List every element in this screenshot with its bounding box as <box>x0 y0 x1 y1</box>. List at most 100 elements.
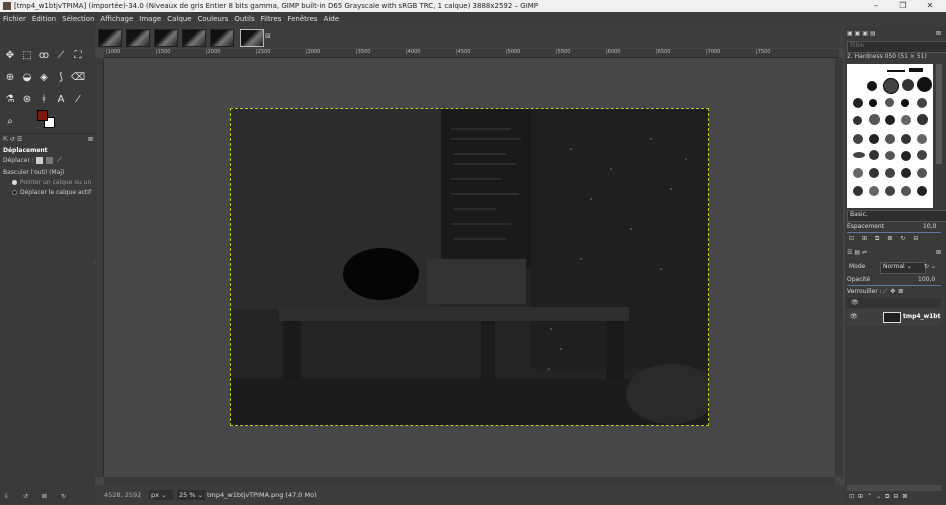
close-window-button[interactable]: ✕ <box>916 0 944 12</box>
paintbrush-tool-icon[interactable]: ⟆ <box>53 70 69 86</box>
ruler-label: |1000 <box>106 49 121 55</box>
image-canvas[interactable] <box>230 108 709 426</box>
brush-grid-scrollbar[interactable] <box>936 64 942 164</box>
ruler-label: |4500 <box>456 49 471 55</box>
image-tab-thumbnail[interactable] <box>154 29 178 47</box>
ruler-label: |6000 <box>606 49 621 55</box>
tool-options-tabs[interactable]: ⇱ ↺ ☰ ⊠ <box>3 135 93 144</box>
vertical-ruler <box>95 58 104 477</box>
zoom-select[interactable]: 25 % ⌄ <box>177 490 205 500</box>
menu-outils[interactable]: Outils <box>231 12 257 26</box>
minimize-button[interactable]: – <box>862 0 890 12</box>
layer-mode-extra-icon[interactable]: ↻ ⌄ <box>924 262 936 272</box>
image-tab-thumbnail[interactable] <box>210 29 234 47</box>
image-tab-thumbnail[interactable] <box>126 29 150 47</box>
menu-calque[interactable]: Calque <box>164 12 194 26</box>
menu-selection[interactable]: Sélection <box>59 12 97 26</box>
clone-tool-icon[interactable]: ⚗ <box>2 92 18 108</box>
ruler-label: |3500 <box>356 49 371 55</box>
move-path-icon[interactable]: ⟋ <box>57 157 64 164</box>
layer-row[interactable]: 👁 tmp4_w1bt <box>847 309 941 326</box>
menu-affichage[interactable]: Affichage <box>97 12 136 26</box>
layers-tab-icons[interactable]: ☰▤⇌ ⊠ <box>847 248 943 257</box>
menu-aide[interactable]: Aide <box>321 12 342 26</box>
layer-action-buttons[interactable]: ⊡⊞⌃⌄⧉⊟⊠ <box>849 492 943 501</box>
window-title-bar: [tmp4_w1btjvTPIMA] (importée)-34.0 (Nive… <box>0 0 946 12</box>
ruler-label: |5500 <box>556 49 571 55</box>
maximize-button[interactable]: ❐ <box>889 0 917 12</box>
ruler-label: |2000 <box>206 49 221 55</box>
move-tool-icon[interactable]: ✥ <box>2 48 18 64</box>
foreground-color-swatch[interactable] <box>37 110 48 121</box>
ruler-label: |1500 <box>156 49 171 55</box>
bucket-fill-tool-icon[interactable]: ◈ <box>36 70 52 86</box>
spacing-value[interactable]: 10,0 <box>923 222 936 232</box>
option1-radio[interactable] <box>12 180 17 185</box>
gimp-app-icon <box>3 2 11 10</box>
crop-tool-icon[interactable]: ⛶ <box>70 48 86 64</box>
ruler-label: |3000 <box>306 49 321 55</box>
layer-mode-select[interactable]: Normal ⌄ <box>880 262 926 274</box>
move-layer-icon[interactable] <box>36 157 43 164</box>
smudge-tool-icon[interactable]: ⊛ <box>19 92 35 108</box>
photo-content <box>231 109 708 425</box>
menu-image[interactable]: Image <box>136 12 164 26</box>
ruler-label: |7500 <box>756 49 771 55</box>
rect-select-tool-icon[interactable]: ⬚ <box>19 48 35 64</box>
image-tab-thumbnail[interactable] <box>98 29 122 47</box>
opacity-value[interactable]: 100,0 <box>918 275 935 285</box>
ruler-label: |6500 <box>656 49 671 55</box>
option2-label: Déplacer le calque actif <box>20 189 92 196</box>
layer-mode-value: Normal <box>883 263 905 270</box>
layer-name[interactable]: tmp4_w1bt <box>903 312 940 322</box>
vertical-scrollbar[interactable] <box>835 58 843 477</box>
ruler-label: |2500 <box>256 49 271 55</box>
move-selection-icon[interactable] <box>46 157 53 164</box>
menu-fenetres[interactable]: Fenêtres <box>284 12 320 26</box>
opacity-slider[interactable] <box>847 285 941 286</box>
brush-action-buttons[interactable]: ⊡⊞⧉⊠↻⊟ <box>849 234 941 243</box>
image-tab-active-thumbnail[interactable] <box>240 29 264 47</box>
paths-tool-icon[interactable]: ᚼ <box>36 92 52 108</box>
brush-preset-select[interactable]: Basic, <box>847 210 946 222</box>
option2-radio[interactable] <box>12 190 17 195</box>
brush-preset-value: Basic, <box>850 211 868 218</box>
ruler-label: |4000 <box>406 49 421 55</box>
current-brush-name: 2. Hardness 050 (51 × 51) <box>847 53 927 60</box>
tool-options-bottom-buttons[interactable]: ⇩↺⊠↻ <box>4 492 94 501</box>
unit-select[interactable]: px ⌄ <box>149 490 173 500</box>
unit-value: px <box>151 491 159 499</box>
menu-bar: Fichier Édition Sélection Affichage Image Cal… <box>0 12 946 26</box>
image-tabs-bar: ⊠ <box>95 26 845 48</box>
transform-tool-icon[interactable]: ⊕ <box>2 70 18 86</box>
lock-icons[interactable]: ⟋✥⊠ <box>883 287 906 297</box>
lock-label: Verrouiller : <box>847 288 882 295</box>
ruler-label: |5000 <box>506 49 521 55</box>
close-tabs-icon[interactable]: ⊠ <box>265 32 271 40</box>
image-tab-thumbnail[interactable] <box>182 29 206 47</box>
fuzzy-select-tool-icon[interactable]: ⟋ <box>53 48 69 64</box>
window-title: [tmp4_w1btjvTPIMA] (importée)-34.0 (Nive… <box>14 2 539 10</box>
eraser-tool-icon[interactable]: ⌫ <box>70 70 86 86</box>
text-tool-icon[interactable]: A <box>53 92 69 108</box>
horizontal-ruler: |1000 |1500 |2000 |2500 |3000 |3500 |400… <box>104 49 839 58</box>
lasso-tool-icon[interactable]: ꝏ <box>36 48 52 64</box>
layer-thumbnail <box>883 312 901 323</box>
dock-divider <box>0 133 95 134</box>
layer-visibility-eye-icon[interactable]: 👁 <box>850 312 858 322</box>
horizontal-scrollbar[interactable] <box>104 477 835 485</box>
zoom-tool-icon[interactable]: ⌕ <box>2 114 18 130</box>
warp-tool-icon[interactable]: ◒ <box>19 70 35 86</box>
menu-fichier[interactable]: Fichier <box>0 12 29 26</box>
status-filename: tmp4_w1btjvTPIMA.png (47,0 Mo) <box>207 491 317 499</box>
brushes-tab-icons[interactable]: ▣▣▣▤ ⊠ <box>847 29 943 38</box>
spacing-slider[interactable] <box>847 232 941 233</box>
layer-mode-label: Mode <box>849 263 866 270</box>
layers-hscroll[interactable] <box>847 485 941 491</box>
color-picker-tool-icon[interactable]: ⁄ <box>70 92 86 108</box>
visibility-header-icon: 👁 <box>851 299 859 306</box>
menu-filtres[interactable]: Filtres <box>258 12 285 26</box>
menu-edition[interactable]: Édition <box>29 12 59 26</box>
menu-couleurs[interactable]: Couleurs <box>195 12 232 26</box>
brush-grid[interactable] <box>847 64 933 208</box>
